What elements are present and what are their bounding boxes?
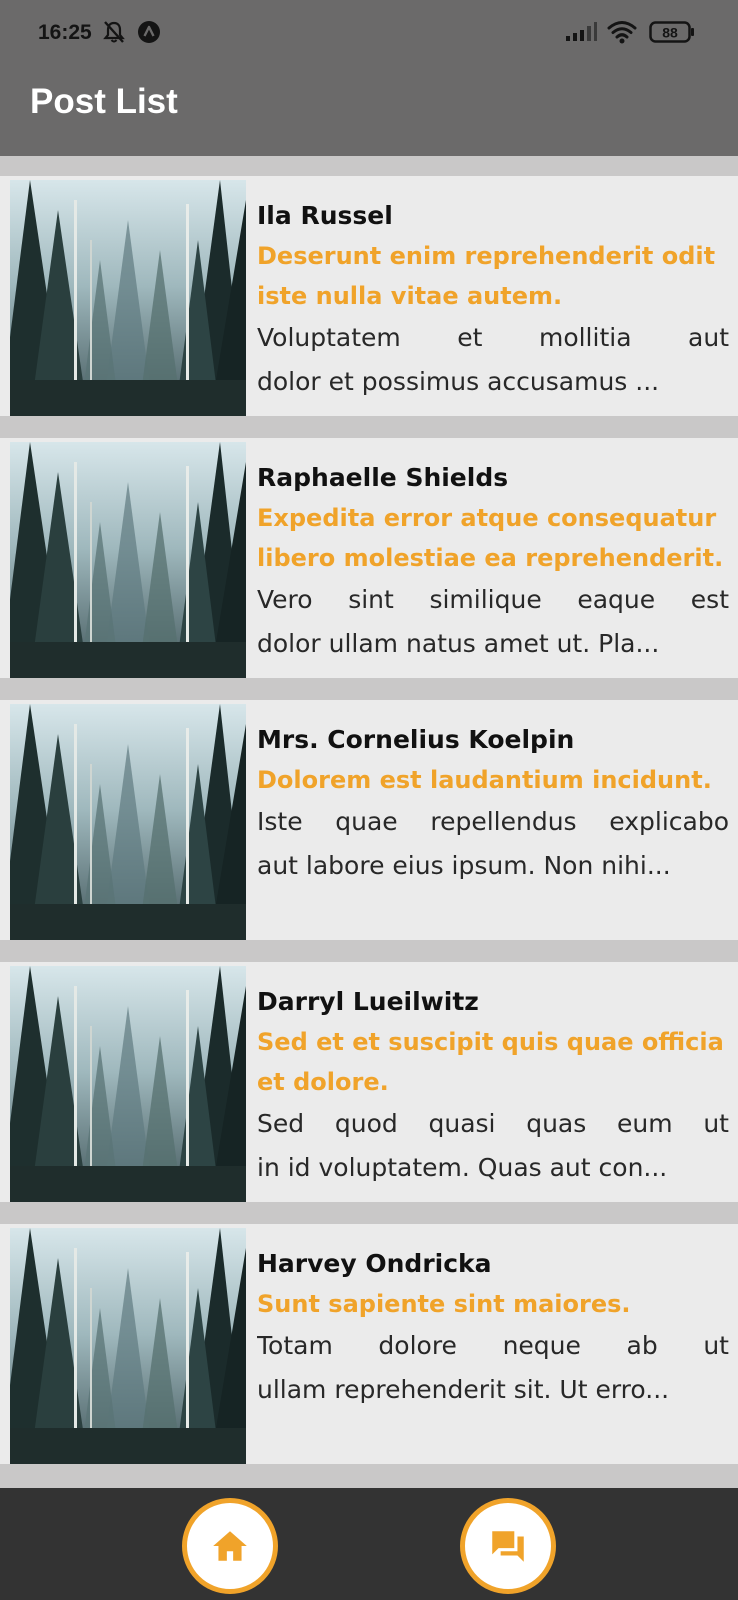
post-author: Mrs. Cornelius Koelpin	[257, 725, 575, 754]
post-card[interactable]: Harvey Ondricka Sunt sapiente sint maior…	[0, 1224, 738, 1464]
post-excerpt-line: Voluptatem et mollitia aut	[257, 323, 729, 352]
post-excerpt-line: Sed quod quasi quas eum ut	[257, 1109, 729, 1138]
forum-icon	[492, 1531, 524, 1562]
signal-icon	[565, 20, 597, 44]
post-card[interactable]: Raphaelle Shields Expedita error atque c…	[0, 438, 738, 678]
post-author: Darryl Lueilwitz	[257, 987, 479, 1016]
post-excerpt-line: Vero sint similique eaque est	[257, 585, 729, 614]
post-body: Darryl Lueilwitz Sed et et suscipit quis…	[257, 982, 729, 1190]
post-body: Mrs. Cornelius Koelpin Dolorem est lauda…	[257, 720, 729, 888]
post-excerpt: Totam dolore neque ab ut ullam reprehend…	[257, 1324, 729, 1412]
wifi-icon	[607, 20, 637, 44]
post-title: Sed et et suscipit quis quae officia et …	[257, 1028, 724, 1096]
post-excerpt-line: aut labore eius ipsum. Non nihi...	[257, 851, 671, 880]
status-time: 16:25	[38, 21, 92, 44]
app-bar: Post List	[0, 62, 738, 156]
muted-bell-icon	[101, 20, 127, 44]
post-author: Ila Russel	[257, 201, 393, 230]
post-thumbnail	[10, 180, 246, 416]
battery-level: 88	[662, 25, 678, 41]
post-card[interactable]: Darryl Lueilwitz Sed et et suscipit quis…	[0, 962, 738, 1202]
post-title: Sunt sapiente sint maiores.	[257, 1290, 631, 1318]
post-thumbnail	[10, 966, 246, 1202]
post-excerpt: Sed quod quasi quas eum ut in id volupta…	[257, 1102, 729, 1190]
messages-button[interactable]	[460, 1498, 556, 1594]
post-author: Raphaelle Shields	[257, 463, 509, 492]
post-title: Expedita error atque consequatur libero …	[257, 504, 724, 572]
battery-icon: 88	[649, 20, 695, 44]
home-icon	[213, 1531, 247, 1561]
post-thumbnail	[10, 704, 246, 940]
post-thumbnail	[10, 442, 246, 678]
post-body: Harvey Ondricka Sunt sapiente sint maior…	[257, 1244, 729, 1412]
post-card[interactable]: Mrs. Cornelius Koelpin Dolorem est lauda…	[0, 700, 738, 940]
post-author: Harvey Ondricka	[257, 1249, 492, 1278]
home-button[interactable]	[182, 1498, 278, 1594]
app-notification-icon	[137, 20, 161, 44]
post-title: Deserunt enim reprehenderit odit iste nu…	[257, 242, 716, 310]
page-title: Post List	[30, 82, 178, 121]
status-bar: 16:25 88	[0, 0, 738, 62]
post-excerpt-line: Iste quae repellendus explicabo	[257, 807, 729, 836]
post-body: Raphaelle Shields Expedita error atque c…	[257, 458, 729, 666]
post-card[interactable]: Ila Russel Deserunt enim reprehenderit o…	[0, 176, 738, 416]
post-title: Dolorem est laudantium incidunt.	[257, 766, 712, 794]
post-excerpt-line: ullam reprehenderit sit. Ut erro...	[257, 1375, 670, 1404]
bottom-navigation	[0, 1488, 738, 1600]
post-thumbnail	[10, 1228, 246, 1464]
post-body: Ila Russel Deserunt enim reprehenderit o…	[257, 196, 729, 404]
post-excerpt-line: dolor ullam natus amet ut. Pla...	[257, 629, 660, 658]
post-excerpt-line: Totam dolore neque ab ut	[257, 1331, 729, 1360]
post-excerpt: Voluptatem et mollitia aut dolor et poss…	[257, 316, 729, 404]
post-excerpt-line: in id voluptatem. Quas aut con...	[257, 1153, 668, 1182]
post-excerpt: Vero sint similique eaque est dolor ulla…	[257, 578, 729, 666]
post-excerpt: Iste quae repellendus explicabo aut labo…	[257, 800, 729, 888]
post-excerpt-line: dolor et possimus accusamus ...	[257, 367, 660, 396]
